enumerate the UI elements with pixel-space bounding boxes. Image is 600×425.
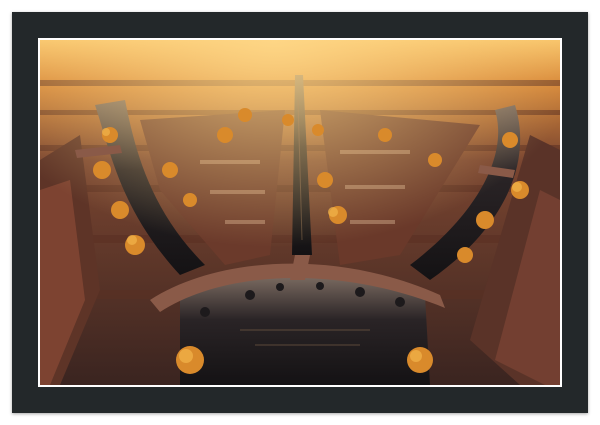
picture-frame — [12, 12, 588, 413]
aerial-canal-photo — [40, 40, 560, 385]
white-mat — [38, 38, 562, 387]
canal-illustration — [40, 40, 560, 385]
